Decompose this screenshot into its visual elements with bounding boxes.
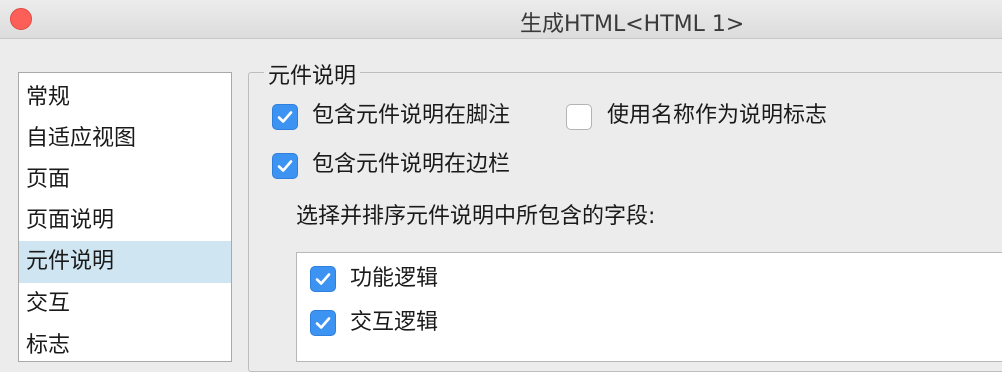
- sidebar-item-widget-notes[interactable]: 元件说明: [19, 241, 231, 283]
- sidebar-item-pages[interactable]: 页面: [19, 159, 231, 201]
- checkmark-icon: [277, 111, 293, 123]
- include-footnote-checkbox[interactable]: [272, 104, 298, 130]
- window-title: 生成HTML<HTML 1>: [520, 12, 745, 37]
- sidebar-item-general[interactable]: 常规: [19, 77, 231, 119]
- sidebar-item-page-notes[interactable]: 页面说明: [19, 200, 231, 242]
- checkmark-icon: [315, 317, 331, 329]
- checkmark-icon: [277, 160, 293, 172]
- fields-prompt: 选择并排序元件说明中所包含的字段:: [296, 204, 656, 229]
- use-name-marker-checkbox[interactable]: [566, 104, 592, 130]
- field-checkbox-interaction-logic[interactable]: [310, 310, 336, 336]
- window-close-button[interactable]: [10, 8, 32, 30]
- field-label-function-logic: 功能逻辑: [350, 266, 439, 291]
- sidebar-item-adaptive-views[interactable]: 自适应视图: [19, 118, 231, 160]
- title-bar: 生成HTML<HTML 1>: [0, 0, 1002, 39]
- field-label-interaction-logic: 交互逻辑: [350, 310, 439, 335]
- field-checkbox-function-logic[interactable]: [310, 266, 336, 292]
- include-margin-label: 包含元件说明在边栏: [312, 152, 511, 177]
- include-margin-checkbox[interactable]: [272, 153, 298, 179]
- settings-sidebar: 常规 自适应视图 页面 页面说明 元件说明 交互 标志: [18, 72, 232, 362]
- checkmark-icon: [315, 273, 331, 285]
- sidebar-item-interactions[interactable]: 交互: [19, 283, 231, 325]
- include-footnote-label: 包含元件说明在脚注: [312, 103, 511, 128]
- group-title: 元件说明: [264, 58, 361, 90]
- use-name-marker-label: 使用名称作为说明标志: [607, 103, 828, 128]
- sidebar-item-markers[interactable]: 标志: [19, 325, 231, 361]
